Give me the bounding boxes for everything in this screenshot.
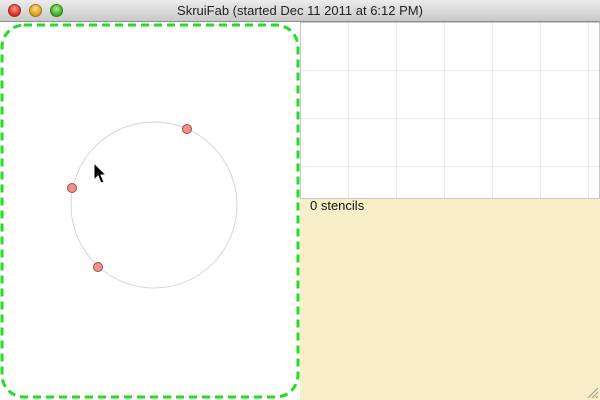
drawing-canvas[interactable] [0, 22, 300, 400]
control-point-handle[interactable] [182, 124, 192, 134]
window-title: SkruiFab (started Dec 11 2011 at 6:12 PM… [177, 3, 423, 18]
control-point-handle[interactable] [93, 262, 103, 272]
canvas-drawing [0, 23, 300, 399]
resize-grip-icon[interactable] [586, 386, 598, 398]
arrow-pointer-icon [93, 161, 108, 184]
control-point-handle[interactable] [67, 183, 77, 193]
selection-border [0, 23, 300, 399]
stencil-grid-view[interactable] [300, 22, 600, 199]
title-bar: SkruiFab (started Dec 11 2011 at 6:12 PM… [0, 0, 600, 22]
stencil-count-label: 0 stencils [310, 198, 365, 213]
